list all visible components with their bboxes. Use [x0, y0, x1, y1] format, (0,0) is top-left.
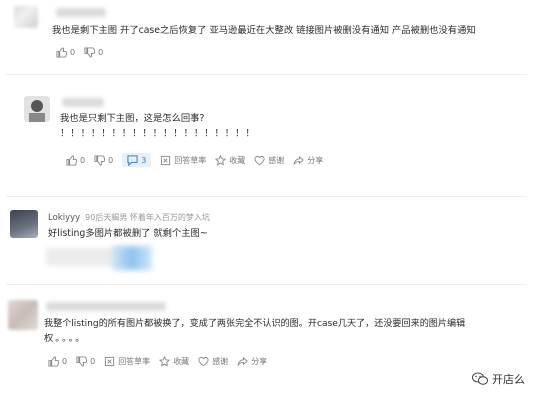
star-icon [159, 355, 171, 367]
share-label: 分享 [307, 155, 324, 165]
comment-text-line2: ！！！！！！！！！！！！！！！！！！！ [60, 128, 256, 139]
divider [6, 284, 527, 285]
like-count: 0 [62, 356, 68, 366]
thanks-label: 感谢 [268, 155, 285, 165]
wechat-icon [472, 372, 488, 385]
dislike-button[interactable]: 0 [76, 355, 96, 367]
report-careless-button[interactable]: 回答草率 [104, 356, 150, 367]
thanks-button[interactable]: 感谢 [254, 155, 284, 166]
comment-text-line2: 权。。。。 [44, 333, 87, 344]
like-count: 0 [70, 47, 76, 57]
like-button[interactable]: 0 [66, 154, 86, 166]
avatar [8, 300, 38, 330]
heart-icon [254, 155, 265, 165]
comment-text: 好listing多图片都被删了 就剩个主图~ [48, 228, 208, 239]
reply-button[interactable]: 3 [122, 153, 152, 167]
share-button[interactable]: 分享 [237, 356, 267, 367]
favorite-label: 收藏 [173, 356, 190, 366]
comment-bubble-icon [127, 154, 138, 166]
avatar [14, 6, 38, 28]
comment-text: 我整个listing的所有图片都被换了，变成了两张完全不认识的图。开case几天… [44, 319, 466, 329]
dislike-count: 0 [108, 155, 114, 165]
like-button[interactable]: 0 [48, 355, 68, 367]
divider [6, 196, 527, 197]
username-redacted [62, 98, 104, 107]
user-meta: Lokiyyy 90后天蝎男 怀着年入百万的梦入坑 [48, 212, 210, 223]
favorite-label: 收藏 [229, 155, 246, 165]
like-count: 0 [80, 155, 86, 165]
star-icon [215, 154, 227, 166]
username[interactable]: Lokiyyy [48, 213, 80, 223]
comment-text: 我也是剩下主图 开了case之后恢复了 亚马逊最近在大整改 链接图片被删没有通知… [52, 25, 476, 36]
share-icon [293, 155, 305, 165]
thanks-label: 感谢 [212, 356, 229, 366]
redacted-area [112, 246, 152, 270]
dislike-count: 0 [98, 47, 104, 57]
thumbs-down-icon [76, 355, 88, 367]
comment-text: 我也是只剩下主图，这是怎么回事? [60, 113, 205, 124]
comment-actions: 0 0 回答草率 收藏 感谢 分享 [48, 353, 276, 369]
comment-actions: 0 0 3 回答草率 收藏 感谢 分享 [66, 152, 332, 168]
username-redacted [56, 8, 106, 17]
dislike-button[interactable]: 0 [84, 46, 104, 58]
thanks-button[interactable]: 感谢 [198, 356, 228, 367]
thumbs-down-icon [84, 46, 96, 58]
thumbs-up-icon [66, 154, 77, 166]
avatar [24, 96, 50, 122]
favorite-button[interactable]: 收藏 [159, 355, 190, 367]
dislike-button[interactable]: 0 [94, 154, 114, 166]
share-icon [237, 356, 248, 366]
user-tagline: 90后天蝎男 怀着年入百万的梦入坑 [85, 213, 210, 222]
comment-actions: 0 0 [56, 44, 112, 60]
report-careless-label: 回答草率 [118, 356, 151, 366]
share-button[interactable]: 分享 [293, 155, 323, 166]
avatar [10, 210, 38, 238]
dislike-count: 0 [90, 356, 96, 366]
report-careless-label: 回答草率 [174, 155, 207, 165]
flag-icon [161, 155, 171, 165]
watermark-text: 开店么 [492, 373, 525, 386]
redacted-area [46, 248, 120, 266]
flag-icon [105, 356, 115, 366]
thumbs-up-icon [56, 46, 67, 58]
heart-icon [198, 356, 209, 366]
favorite-button[interactable]: 收藏 [215, 154, 246, 166]
watermark: 开店么 [472, 371, 525, 387]
like-button[interactable]: 0 [56, 46, 76, 58]
thumbs-up-icon [48, 355, 59, 367]
divider [6, 74, 527, 75]
username-redacted [46, 302, 166, 311]
share-label: 分享 [251, 356, 268, 366]
report-careless-button[interactable]: 回答草率 [160, 155, 206, 166]
thumbs-down-icon [94, 154, 106, 166]
reply-count: 3 [141, 155, 147, 165]
